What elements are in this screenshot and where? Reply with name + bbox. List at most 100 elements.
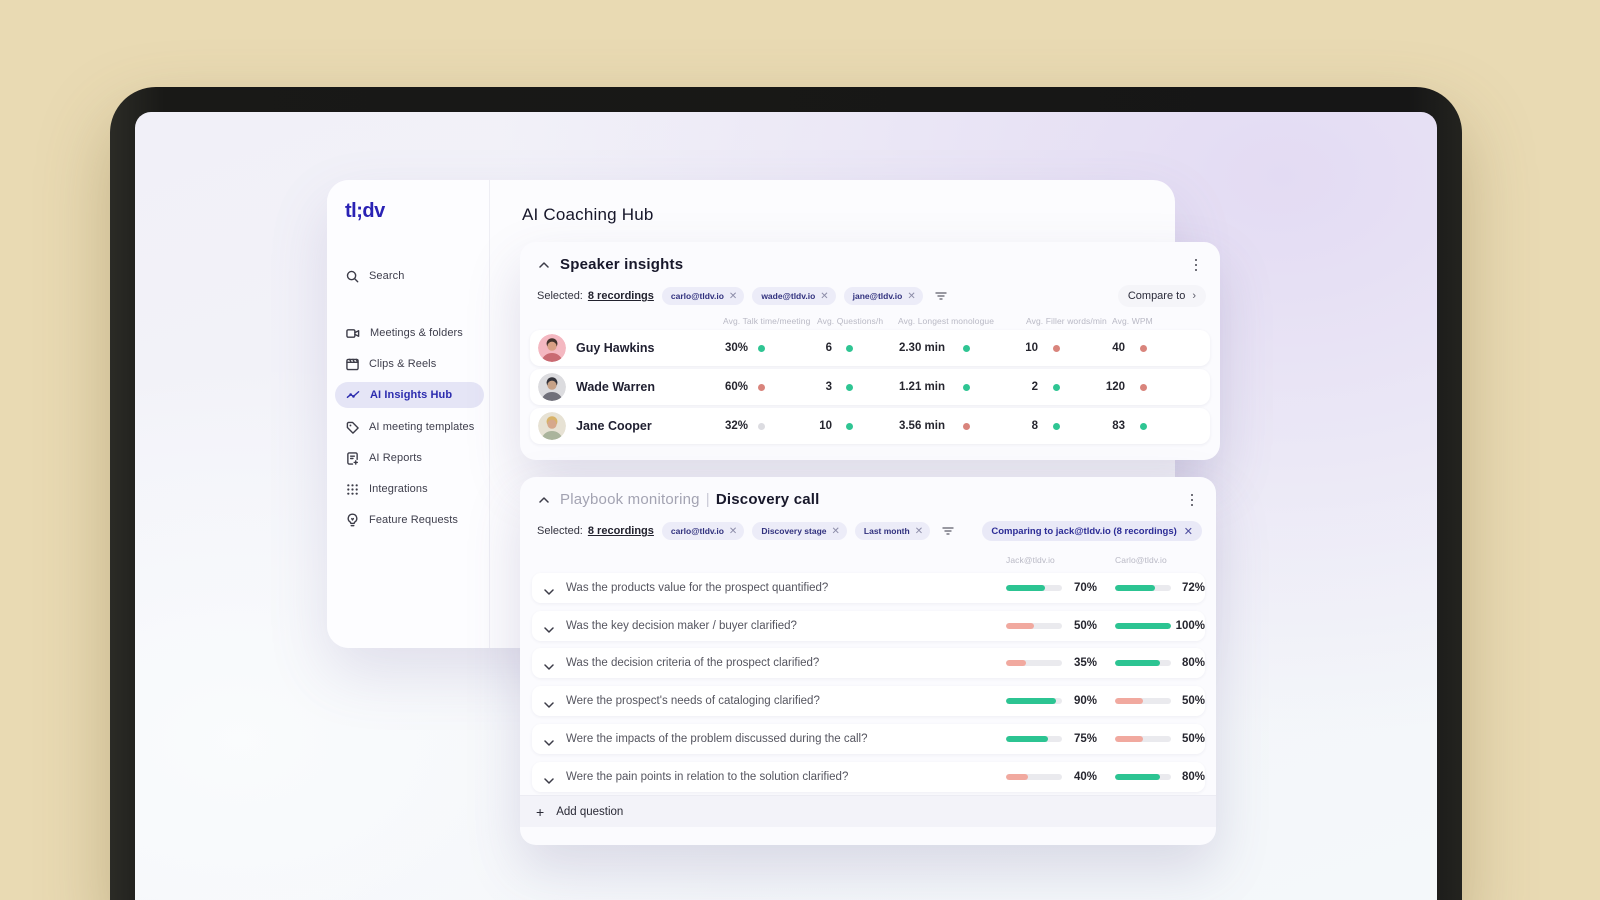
expand-question-button[interactable] (544, 695, 554, 713)
search-icon (346, 270, 359, 282)
close-icon[interactable]: ✕ (907, 291, 915, 302)
progress-value: 40% (1073, 771, 1097, 783)
selected-label: Selected: (537, 290, 583, 302)
table-row[interactable]: Wade Warren 60% 3 1.21 min 2 120 (530, 369, 1210, 405)
progress-value: 35% (1073, 657, 1097, 669)
close-icon[interactable]: ✕ (729, 291, 737, 302)
expand-question-button[interactable] (544, 620, 554, 638)
tag-icon (346, 421, 359, 434)
close-icon[interactable]: ✕ (915, 526, 923, 537)
grid-icon (347, 483, 358, 495)
selected-count-link[interactable]: 8 recordings (588, 525, 654, 537)
progress-value: 50% (1181, 695, 1205, 707)
filter-icon[interactable] (935, 291, 947, 301)
metric-value: 120 (1105, 381, 1125, 393)
table-row[interactable]: Jane Cooper 32% 10 3.56 min 8 83 (530, 408, 1210, 444)
desktop-background: tl;dv Search Meetings & folders Clips & … (0, 0, 1600, 900)
sidebar-item-clips-reels[interactable]: Clips & Reels (335, 351, 484, 377)
kebab-menu-icon[interactable] (1188, 256, 1204, 274)
chip-label: wade@tldv.io (761, 291, 816, 301)
question-row[interactable]: Was the products value for the prospect … (532, 573, 1205, 603)
speaker-insights-panel: Speaker insights Selected: 8 recordings … (520, 242, 1220, 460)
expand-question-button[interactable] (544, 657, 554, 675)
question-text: Were the impacts of the problem discusse… (566, 733, 868, 745)
metric-value: 2 (1031, 381, 1038, 393)
metric-value: 10 (819, 420, 832, 432)
page-title: AI Coaching Hub (522, 205, 654, 224)
avatar (538, 412, 566, 440)
sidebar-item-integrations[interactable]: Integrations (335, 476, 484, 502)
chip-label: jane@tldv.io (852, 291, 903, 301)
metric-value: 83 (1112, 420, 1125, 432)
status-dot (1140, 383, 1147, 391)
sidebar-item-ai-meeting-templates[interactable]: AI meeting templates (335, 414, 484, 440)
status-dot (963, 422, 970, 430)
question-row[interactable]: Were the pain points in relation to the … (532, 762, 1205, 792)
collapse-panel-button[interactable] (536, 258, 552, 272)
expand-question-button[interactable] (544, 582, 554, 600)
question-text: Was the key decision maker / buyer clari… (566, 620, 797, 632)
status-dot (1140, 344, 1147, 352)
status-dot (1140, 422, 1147, 430)
expand-question-button[interactable] (544, 771, 554, 789)
status-dot (1053, 344, 1060, 352)
sidebar-item-meetings-folders[interactable]: Meetings & folders (335, 320, 484, 346)
question-text: Were the prospect's needs of cataloging … (566, 695, 820, 707)
chip-label: carlo@tldv.io (670, 291, 724, 301)
filter-chip[interactable]: wade@tldv.io ✕ (752, 287, 836, 305)
close-icon[interactable]: ✕ (820, 291, 828, 302)
question-text: Were the pain points in relation to the … (566, 771, 849, 783)
compare-to-label: Compare to (1127, 290, 1186, 302)
progress-value: 72% (1181, 582, 1205, 594)
video-camera-icon (346, 328, 360, 338)
close-icon[interactable]: ✕ (1184, 525, 1193, 538)
add-question-button[interactable]: + Add question (520, 795, 1216, 827)
trend-icon (346, 391, 360, 399)
speaker-name: Jane Cooper (576, 419, 652, 433)
filter-chip[interactable]: Last month ✕ (854, 522, 931, 540)
table-row[interactable]: Guy Hawkins 30% 6 2.30 min 10 40 (530, 330, 1210, 366)
sidebar-item-label: AI Reports (369, 452, 422, 464)
chevron-down-icon (544, 664, 554, 670)
sidebar-item-label: AI Insights Hub (370, 389, 453, 401)
question-row[interactable]: Were the prospect's needs of cataloging … (532, 686, 1205, 716)
metric-value: 60% (724, 381, 748, 393)
compare-to-button[interactable]: Compare to › (1117, 285, 1206, 307)
comparing-chip[interactable]: Comparing to jack@tldv.io (8 recordings)… (982, 521, 1202, 541)
filter-chip[interactable]: jane@tldv.io ✕ (843, 287, 923, 305)
kebab-menu-icon[interactable] (1184, 491, 1200, 509)
collapse-panel-button[interactable] (536, 493, 552, 507)
sidebar-item-ai-reports[interactable]: AI Reports (335, 445, 484, 471)
progress-value: 80% (1181, 771, 1205, 783)
progress-value: 90% (1073, 695, 1097, 707)
close-icon[interactable]: ✕ (832, 526, 840, 537)
question-row[interactable]: Was the key decision maker / buyer clari… (532, 611, 1205, 641)
sidebar-item-search[interactable]: Search (335, 263, 484, 289)
metric-value: 3 (825, 381, 832, 393)
status-dot (963, 383, 970, 391)
metric-value: 40 (1112, 342, 1125, 354)
question-text: Was the products value for the prospect … (566, 582, 829, 594)
question-row[interactable]: Were the impacts of the problem discusse… (532, 724, 1205, 754)
chevron-up-icon (539, 262, 549, 268)
filter-chip[interactable]: Discovery stage ✕ (752, 522, 847, 540)
status-dot (846, 422, 853, 430)
selected-count-link[interactable]: 8 recordings (588, 290, 654, 302)
sidebar-item-feature-requests[interactable]: Feature Requests (335, 507, 484, 533)
status-dot (963, 344, 970, 352)
progress-value: 100% (1175, 620, 1205, 632)
question-row[interactable]: Was the decision criteria of the prospec… (532, 648, 1205, 678)
filter-chip[interactable]: carlo@tldv.io ✕ (661, 287, 745, 305)
sidebar-item-label: Feature Requests (369, 514, 459, 526)
sidebar-item-label: Clips & Reels (369, 358, 437, 370)
close-icon[interactable]: ✕ (729, 526, 737, 537)
filter-chip[interactable]: carlo@tldv.io ✕ (661, 522, 745, 540)
title-separator: | (705, 491, 710, 508)
panel-title-muted: Playbook monitoring (560, 491, 700, 508)
column-header: Avg. Questions/h (817, 316, 884, 326)
expand-question-button[interactable] (544, 733, 554, 751)
question-text: Was the decision criteria of the prospec… (566, 657, 820, 669)
screen: tl;dv Search Meetings & folders Clips & … (135, 112, 1437, 900)
sidebar-item-ai-insights-hub[interactable]: AI Insights Hub (335, 382, 484, 408)
filter-icon[interactable] (942, 526, 954, 536)
